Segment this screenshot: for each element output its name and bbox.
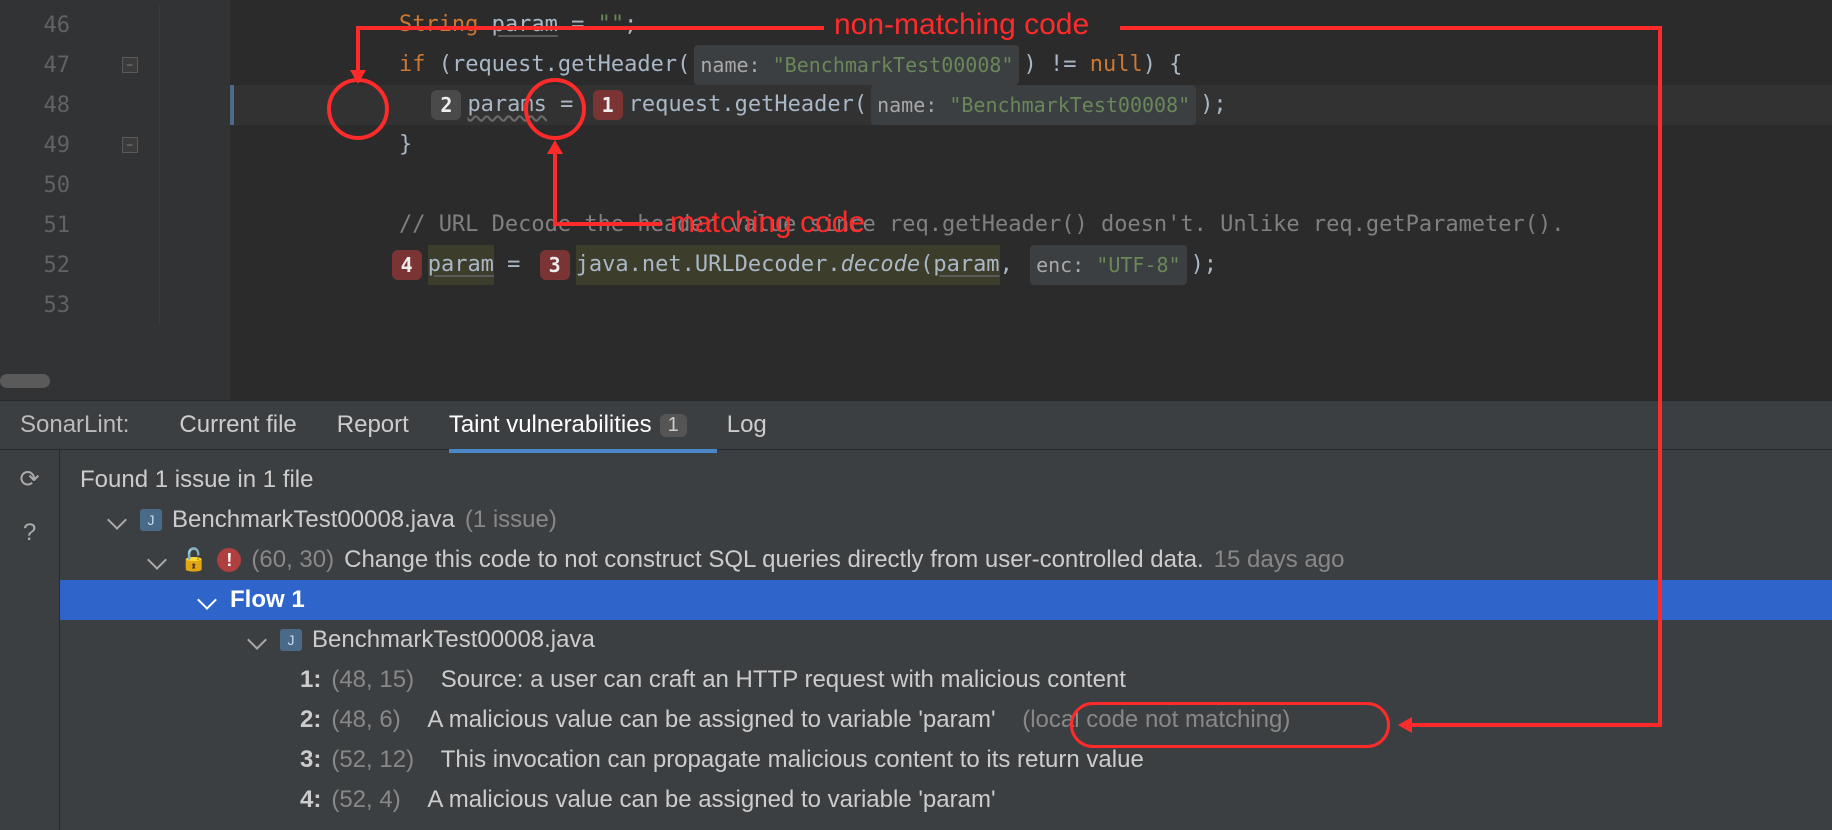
- help-icon[interactable]: ?: [23, 519, 36, 547]
- flow-step[interactable]: 4: (52, 4) A malicious value can be assi…: [60, 780, 1832, 820]
- annotation-line: [356, 26, 360, 72]
- scrollbar-thumb[interactable]: [0, 374, 50, 388]
- fold-collapse-icon[interactable]: −: [122, 137, 138, 153]
- code-area[interactable]: String param = ""; if (request.getHeader…: [230, 0, 1832, 400]
- line-number: 53: [0, 293, 100, 318]
- chevron-down-icon[interactable]: [147, 550, 167, 570]
- chevron-down-icon[interactable]: [247, 630, 267, 650]
- annotation-arrowhead: [547, 140, 563, 154]
- annotation-rect: [1070, 702, 1390, 748]
- step-index: 4:: [300, 786, 321, 814]
- line-number: 50: [0, 173, 100, 198]
- code-line[interactable]: }: [230, 125, 1832, 165]
- code-editor[interactable]: 46 47 − 48 49 − 50 51 52 53 String param =…: [0, 0, 1832, 400]
- annotation-line: [1658, 26, 1662, 726]
- panel-tabs: SonarLint: Current file Report Taint vul…: [0, 400, 1832, 450]
- step-index: 3:: [300, 746, 321, 774]
- file-name: BenchmarkTest00008.java: [312, 626, 595, 654]
- annotation-line: [1120, 26, 1662, 30]
- line-number: 48: [0, 93, 100, 118]
- param-hint: enc: "UTF-8": [1030, 245, 1187, 285]
- code-line[interactable]: if (request.getHeader(name: "BenchmarkTe…: [230, 45, 1832, 85]
- lock-icon: 🔓: [180, 547, 207, 573]
- tree-flow-row[interactable]: Flow 1: [60, 580, 1832, 620]
- flow-step[interactable]: 2: (48, 6) A malicious value can be assi…: [60, 700, 1832, 740]
- tab-current-file[interactable]: Current file: [179, 411, 296, 439]
- step-index: 1:: [300, 666, 321, 694]
- step-index: 2:: [300, 706, 321, 734]
- step-location: (52, 4): [331, 786, 400, 814]
- issue-location: (60, 30): [251, 546, 334, 574]
- gutter: 46 47 − 48 49 − 50 51 52 53: [0, 0, 230, 400]
- step-location: (48, 15): [331, 666, 414, 694]
- step-message: A malicious value can be assigned to var…: [427, 706, 995, 734]
- code-line[interactable]: // URL Decode the header value since req…: [230, 205, 1832, 245]
- taint-count-badge: 1: [660, 414, 687, 437]
- panel-toolbar: ⟳ ?: [0, 450, 60, 830]
- taint-step-badge-4[interactable]: 4: [392, 250, 422, 280]
- issue-message: Change this code to not construct SQL qu…: [344, 546, 1204, 574]
- taint-step-badge-3[interactable]: 3: [540, 250, 570, 280]
- refresh-icon[interactable]: ⟳: [19, 465, 39, 494]
- issue-tree[interactable]: Found 1 issue in 1 file J BenchmarkTest0…: [60, 450, 1832, 830]
- tab-report[interactable]: Report: [337, 411, 409, 439]
- file-name: BenchmarkTest00008.java: [172, 506, 455, 534]
- chevron-down-icon[interactable]: [107, 510, 127, 530]
- tree-flow-file-row[interactable]: J BenchmarkTest00008.java: [60, 620, 1832, 660]
- tab-taint-vulnerabilities[interactable]: Taint vulnerabilities 1: [449, 411, 687, 439]
- code-line[interactable]: [230, 165, 1832, 205]
- annotation-circle: [524, 78, 586, 140]
- line-number: 52: [0, 253, 100, 278]
- fold-collapse-icon[interactable]: −: [122, 57, 138, 73]
- line-number: 51: [0, 213, 100, 238]
- tree-issue-row[interactable]: 🔓 ! (60, 30) Change this code to not con…: [60, 540, 1832, 580]
- taint-step-badge-1[interactable]: 1: [593, 90, 623, 120]
- param-hint: name: "BenchmarkTest00008": [871, 85, 1196, 125]
- line-number: 47: [0, 53, 100, 78]
- code-line[interactable]: String param = "";: [230, 5, 1832, 45]
- issue-summary: Found 1 issue in 1 file: [60, 460, 1832, 500]
- step-message: Source: a user can craft an HTTP request…: [441, 666, 1126, 694]
- chevron-down-icon[interactable]: [197, 590, 217, 610]
- tree-file-row[interactable]: J BenchmarkTest00008.java (1 issue): [60, 500, 1832, 540]
- error-icon: !: [217, 548, 241, 572]
- code-line-highlighted[interactable]: 2params = 1request.getHeader(name: "Benc…: [230, 85, 1832, 125]
- step-message: This invocation can propagate malicious …: [441, 746, 1144, 774]
- java-file-icon: J: [140, 509, 162, 531]
- flow-step[interactable]: 3: (52, 12) This invocation can propagat…: [60, 740, 1832, 780]
- line-number: 49: [0, 133, 100, 158]
- taint-step-badge-2[interactable]: 2: [431, 90, 461, 120]
- step-location: (48, 6): [331, 706, 400, 734]
- code-line[interactable]: [230, 285, 1832, 325]
- annotation-arrowhead: [1398, 717, 1412, 733]
- flow-step[interactable]: 1: (48, 15) Source: a user can craft an …: [60, 660, 1832, 700]
- panel-title: SonarLint:: [20, 411, 129, 439]
- code-line[interactable]: 4param = 3java.net.URLDecoder.decode(par…: [230, 245, 1832, 285]
- annotation-line: [1410, 723, 1662, 727]
- annotation-line: [358, 26, 824, 30]
- issue-age: 15 days ago: [1214, 546, 1345, 574]
- flow-label: Flow 1: [230, 586, 305, 614]
- annotation-arrowhead: [350, 70, 366, 84]
- annotation-circle: [327, 78, 389, 140]
- param-hint: name: "BenchmarkTest00008": [694, 45, 1019, 85]
- tab-log[interactable]: Log: [727, 411, 767, 439]
- file-issue-count: (1 issue): [465, 506, 557, 534]
- line-number: 46: [0, 13, 100, 38]
- annotation-line: [553, 152, 557, 226]
- java-file-icon: J: [280, 629, 302, 651]
- step-message: A malicious value can be assigned to var…: [427, 786, 995, 814]
- annotation-line: [555, 222, 661, 226]
- step-location: (52, 12): [331, 746, 414, 774]
